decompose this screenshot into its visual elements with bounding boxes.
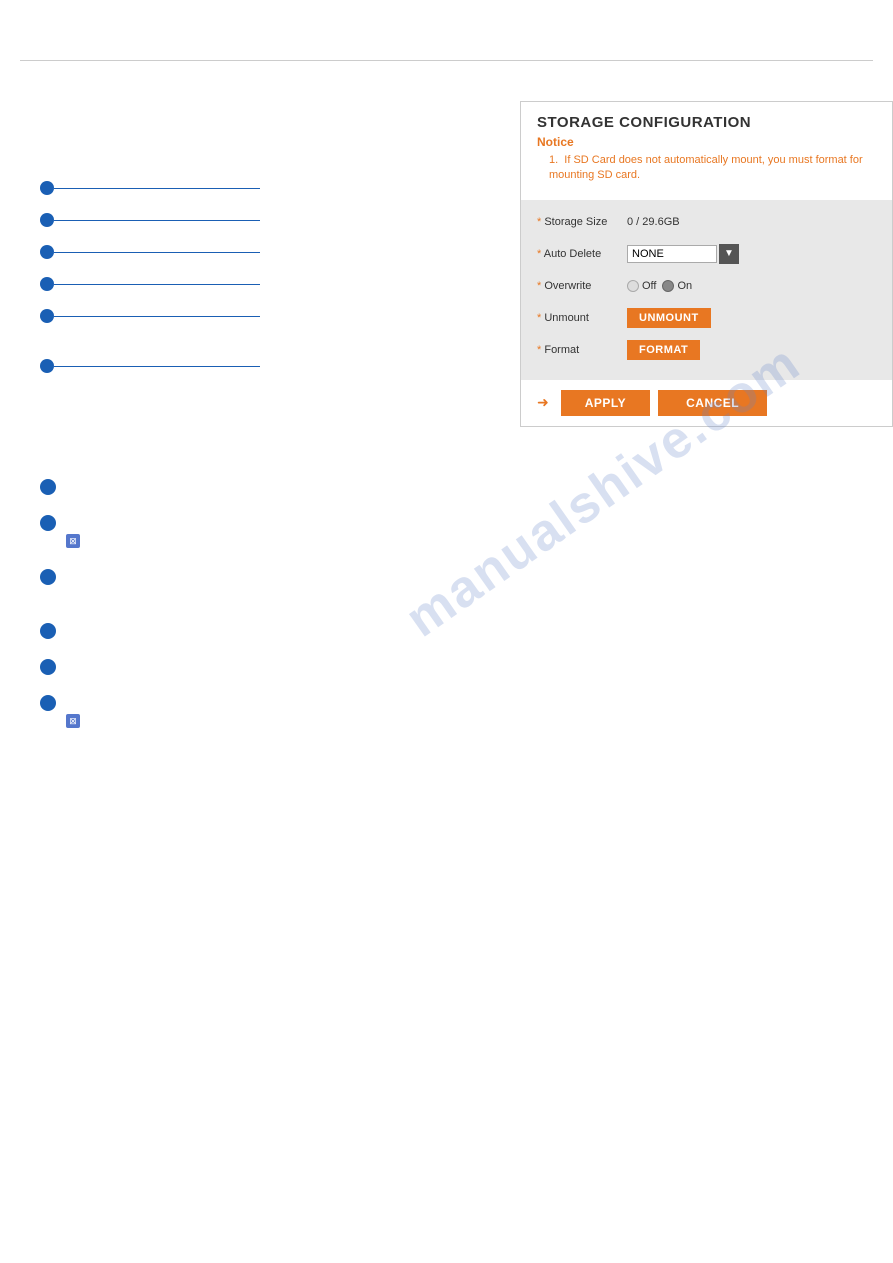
unmount-button[interactable]: UNMOUNT <box>627 308 711 328</box>
bullet-item-5 <box>40 657 853 675</box>
bullet-dot-6 <box>40 695 56 711</box>
auto-delete-dropdown-container: NONE ▼ <box>627 244 739 264</box>
overwrite-off-label: Off <box>642 280 656 292</box>
annotation-line-5 <box>54 316 260 317</box>
unmount-label: Unmount <box>537 312 627 324</box>
annotation-dot-3 <box>40 245 54 259</box>
overwrite-row: Overwrite Off On <box>537 274 876 298</box>
apply-button[interactable]: APPLY <box>561 390 650 416</box>
auto-delete-label: Auto Delete <box>537 248 627 260</box>
bottom-bullets-section: ⊠ ⊠ <box>0 457 893 767</box>
left-annotations <box>40 81 260 386</box>
format-label: Format <box>537 344 627 356</box>
bullet-text-1 <box>66 477 69 495</box>
small-icon-1: ⊠ <box>66 534 80 548</box>
auto-delete-row: Auto Delete NONE ▼ <box>537 242 876 266</box>
bullet-item-4 <box>40 621 853 639</box>
annotation-dot-4 <box>40 277 54 291</box>
bullet-text-3 <box>66 567 69 603</box>
annotation-dot-1 <box>40 181 54 195</box>
bullet-item-3 <box>40 567 853 603</box>
storage-config-panel: STORAGE CONFIGURATION Notice 1. If SD Ca… <box>520 101 893 427</box>
annotation-line-4 <box>54 284 260 285</box>
auto-delete-select[interactable]: NONE <box>627 245 717 263</box>
bullet-text-5 <box>66 657 69 675</box>
annotation-line-2 <box>54 220 260 221</box>
bullet-dot-3 <box>40 569 56 585</box>
storage-size-row: Storage Size 0 / 29.6GB <box>537 210 876 234</box>
annotation-dot-2 <box>40 213 54 227</box>
notice-text: 1. If SD Card does not automatically mou… <box>537 153 876 184</box>
bullet-dot-5 <box>40 659 56 675</box>
panel-title: STORAGE CONFIGURATION <box>537 114 876 131</box>
notice-label: Notice <box>537 135 876 149</box>
bullet-dot-1 <box>40 479 56 495</box>
cancel-button[interactable]: CANCEL <box>658 390 767 416</box>
overwrite-on-option[interactable]: On <box>662 280 692 292</box>
small-icon-2: ⊠ <box>66 714 80 728</box>
dropdown-arrow-icon[interactable]: ▼ <box>719 244 739 264</box>
bullet-item-2: ⊠ <box>40 513 853 549</box>
bullet-text-2: ⊠ <box>66 513 84 549</box>
top-divider <box>20 60 873 61</box>
config-form: Storage Size 0 / 29.6GB Auto Delete NONE… <box>521 200 892 380</box>
bullet-item-6: ⊠ <box>40 693 853 729</box>
overwrite-radio-group: Off On <box>627 280 692 292</box>
bullet-item-1 <box>40 477 853 495</box>
overwrite-off-radio[interactable] <box>627 280 639 292</box>
annotation-dot-5 <box>40 309 54 323</box>
overwrite-on-label: On <box>677 280 692 292</box>
annotation-line-6 <box>54 366 260 367</box>
storage-size-label: Storage Size <box>537 216 627 228</box>
bullet-text-4 <box>66 621 69 639</box>
overwrite-label: Overwrite <box>537 280 627 292</box>
annotation-line-1 <box>54 188 260 189</box>
bullet-dot-4 <box>40 623 56 639</box>
bullet-dot-2 <box>40 515 56 531</box>
panel-header: STORAGE CONFIGURATION Notice 1. If SD Ca… <box>521 102 892 192</box>
action-row: ➜ APPLY CANCEL <box>521 380 892 426</box>
overwrite-off-option[interactable]: Off <box>627 280 656 292</box>
arrow-icon: ➜ <box>537 394 549 411</box>
bullet-text-6: ⊠ <box>66 693 84 729</box>
storage-size-value: 0 / 29.6GB <box>627 216 680 228</box>
format-button[interactable]: FORMAT <box>627 340 700 360</box>
format-row: Format FORMAT <box>537 338 876 362</box>
overwrite-on-radio[interactable] <box>662 280 674 292</box>
unmount-row: Unmount UNMOUNT <box>537 306 876 330</box>
annotation-line-3 <box>54 252 260 253</box>
annotation-dot-6 <box>40 359 54 373</box>
